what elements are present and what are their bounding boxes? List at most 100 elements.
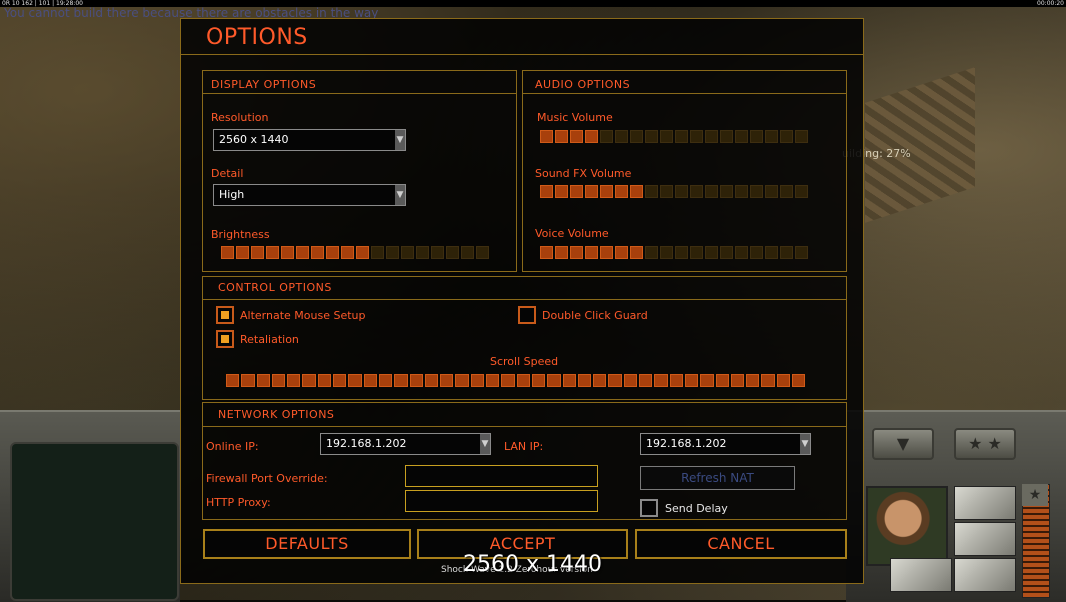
slider-segment[interactable] [615,246,628,259]
slider-segment[interactable] [431,246,444,259]
slider-segment[interactable] [720,130,733,143]
slider-segment[interactable] [735,130,748,143]
slider-segment[interactable] [600,130,613,143]
build-cell-4[interactable] [954,558,1016,592]
slider-segment[interactable] [363,374,377,387]
slider-segment[interactable] [547,374,561,387]
slider-segment[interactable] [780,246,793,259]
slider-segment[interactable] [765,130,778,143]
resolution-dropdown[interactable]: 2560 x 1440 ▼ [213,129,406,151]
slider-segment[interactable] [630,130,643,143]
slider-segment[interactable] [735,246,748,259]
slider-segment[interactable] [690,246,703,259]
slider-segment[interactable] [660,246,673,259]
slider-segment[interactable] [226,374,240,387]
slider-segment[interactable] [516,374,530,387]
slider-segment[interactable] [470,374,485,387]
slider-segment[interactable] [593,374,607,387]
slider-segment[interactable] [317,374,332,387]
slider-segment[interactable] [615,185,628,198]
slider-segment[interactable] [341,246,354,259]
slider-segment[interactable] [401,246,414,259]
slider-segment[interactable] [455,374,469,387]
slider-segment[interactable] [256,374,270,387]
slider-segment[interactable] [684,374,699,387]
sound-fx-volume-slider[interactable] [540,185,808,198]
slider-segment[interactable] [645,130,658,143]
build-cell-3[interactable] [890,558,952,592]
slider-segment[interactable] [795,246,808,259]
slider-segment[interactable] [577,374,592,387]
build-cell-1[interactable] [954,486,1016,520]
hud-general-button[interactable]: ★ ★ [954,428,1016,460]
slider-segment[interactable] [795,185,808,198]
slider-segment[interactable] [555,246,568,259]
double-click-guard-checkbox[interactable] [518,306,536,324]
slider-segment[interactable] [630,185,643,198]
slider-segment[interactable] [540,246,553,259]
online-ip-dropdown[interactable]: 192.168.1.202 ▼ [320,433,491,455]
slider-segment[interactable] [700,374,714,387]
slider-segment[interactable] [675,185,688,198]
hud-rank-button[interactable]: ▼ [872,428,934,460]
retaliation-checkbox[interactable] [216,330,234,348]
slider-segment[interactable] [287,374,301,387]
slider-segment[interactable] [440,374,454,387]
slider-segment[interactable] [271,374,286,387]
slider-segment[interactable] [720,185,733,198]
slider-segment[interactable] [600,185,613,198]
firewall-port-input[interactable] [405,465,598,487]
chevron-down-icon[interactable]: ▼ [800,434,810,454]
slider-segment[interactable] [501,374,515,387]
slider-segment[interactable] [266,246,279,259]
slider-segment[interactable] [690,130,703,143]
brightness-slider[interactable] [221,246,489,259]
chevron-down-icon[interactable]: ▼ [395,130,405,150]
slider-segment[interactable] [394,374,408,387]
slider-segment[interactable] [675,130,688,143]
slider-segment[interactable] [780,130,793,143]
slider-segment[interactable] [570,246,583,259]
slider-segment[interactable] [765,185,778,198]
slider-segment[interactable] [540,185,553,198]
slider-segment[interactable] [675,246,688,259]
slider-segment[interactable] [660,130,673,143]
slider-segment[interactable] [645,185,658,198]
slider-segment[interactable] [409,374,423,387]
slider-segment[interactable] [715,374,729,387]
slider-segment[interactable] [705,130,718,143]
slider-segment[interactable] [476,246,489,259]
slider-segment[interactable] [690,185,703,198]
music-volume-slider[interactable] [540,130,808,143]
slider-segment[interactable] [555,185,568,198]
cancel-button[interactable]: CANCEL [635,529,847,559]
slider-segment[interactable] [585,130,598,143]
slider-segment[interactable] [765,246,778,259]
slider-segment[interactable] [630,246,643,259]
slider-segment[interactable] [555,130,568,143]
slider-segment[interactable] [780,185,793,198]
slider-segment[interactable] [615,130,628,143]
slider-segment[interactable] [669,374,683,387]
slider-segment[interactable] [750,246,763,259]
slider-segment[interactable] [660,185,673,198]
scroll-speed-slider[interactable] [226,374,806,387]
slider-segment[interactable] [236,246,249,259]
detail-dropdown[interactable]: High ▼ [213,184,406,206]
slider-segment[interactable] [746,374,760,387]
slider-segment[interactable] [735,185,748,198]
slider-segment[interactable] [424,374,439,387]
slider-segment[interactable] [486,374,500,387]
slider-segment[interactable] [446,246,459,259]
slider-segment[interactable] [241,374,255,387]
slider-segment[interactable] [585,246,598,259]
slider-segment[interactable] [705,246,718,259]
slider-segment[interactable] [461,246,474,259]
slider-segment[interactable] [570,185,583,198]
slider-segment[interactable] [750,185,763,198]
chevron-down-icon[interactable]: ▼ [480,434,490,454]
slider-segment[interactable] [416,246,429,259]
build-cell-2[interactable] [954,522,1016,556]
slider-segment[interactable] [371,246,384,259]
refresh-nat-button[interactable]: Refresh NAT [640,466,795,490]
